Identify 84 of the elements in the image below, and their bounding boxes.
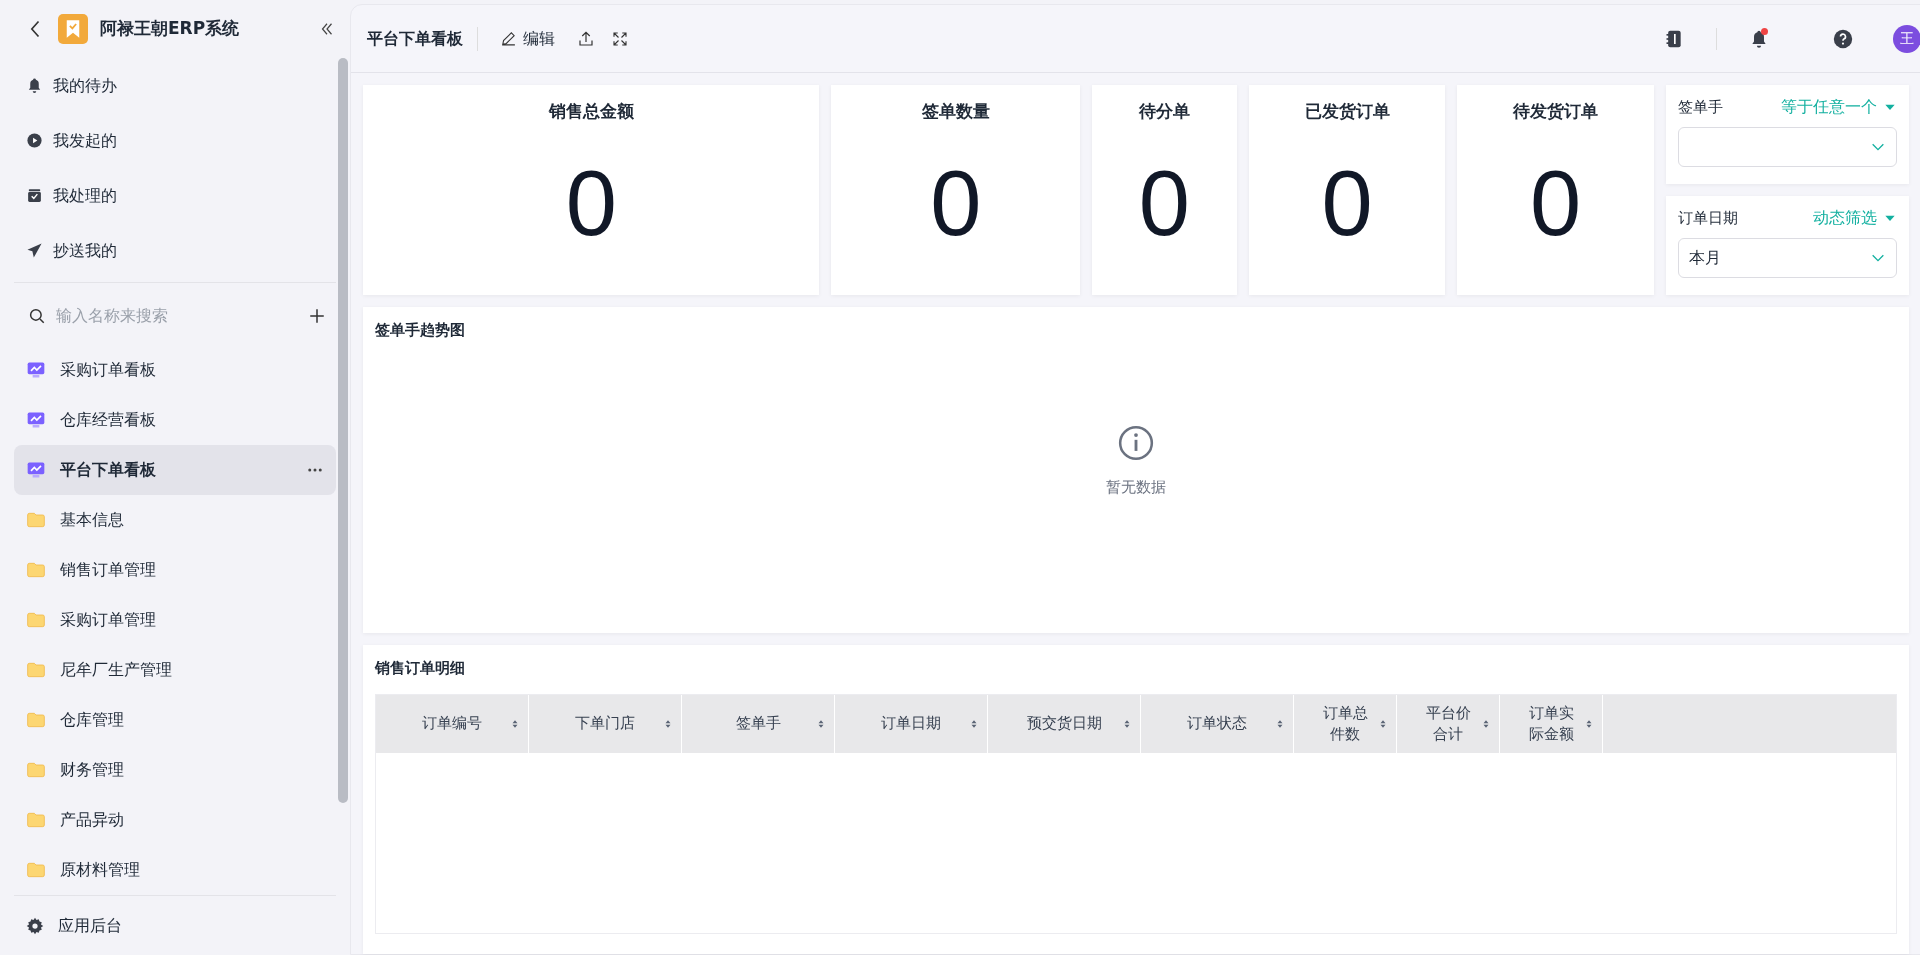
nav-item[interactable]: 我处理的 bbox=[14, 168, 336, 223]
folder-icon bbox=[26, 810, 46, 830]
stat-value: 0 bbox=[565, 156, 617, 249]
folder-icon bbox=[26, 760, 46, 780]
item-label: 仓库经营看板 bbox=[60, 409, 157, 431]
item-label: 仓库管理 bbox=[60, 709, 125, 731]
filter-label: 签单手 bbox=[1678, 96, 1723, 118]
column-header[interactable]: 下单门店 bbox=[529, 694, 682, 753]
upload-icon[interactable] bbox=[577, 29, 595, 48]
folder-icon bbox=[26, 560, 46, 580]
column-header[interactable]: 订单日期 bbox=[835, 694, 988, 753]
stat-value: 0 bbox=[930, 156, 982, 249]
search-field[interactable]: 输入名称来搜索 bbox=[54, 303, 300, 329]
stat-label: 已发货订单 bbox=[1304, 100, 1390, 123]
pencil-icon bbox=[500, 30, 517, 47]
play-icon bbox=[26, 132, 43, 149]
column-header[interactable]: 预交货日期 bbox=[988, 694, 1141, 753]
column-header[interactable]: 订单状态 bbox=[1141, 694, 1294, 753]
app-logo-icon bbox=[58, 14, 88, 44]
item-label: 平台下单看板 bbox=[60, 459, 157, 481]
item-label: 采购订单看板 bbox=[60, 359, 157, 381]
notebook-icon[interactable] bbox=[1664, 28, 1684, 49]
stat-label: 待分单 bbox=[1138, 100, 1190, 123]
sidebar-item[interactable]: 财务管理 bbox=[14, 745, 336, 795]
admin-link[interactable]: 应用后台 bbox=[14, 895, 336, 955]
nav-item[interactable]: 我发起的 bbox=[14, 113, 336, 168]
plus-icon[interactable] bbox=[308, 307, 326, 325]
edit-button[interactable]: 编辑 bbox=[494, 22, 561, 55]
item-label: 采购订单管理 bbox=[60, 609, 157, 631]
page-title: 平台下单看板 bbox=[367, 26, 478, 51]
sidebar-item[interactable]: 基本信息 bbox=[14, 495, 336, 545]
help-icon[interactable] bbox=[1833, 28, 1853, 49]
expand-icon[interactable] bbox=[611, 29, 629, 48]
panel-title: 销售订单明细 bbox=[375, 658, 466, 679]
dashboard-icon bbox=[26, 410, 46, 430]
app-title: 阿禄王朝ERP系统 bbox=[100, 17, 241, 41]
nav-item[interactable]: 抄送我的 bbox=[14, 223, 336, 278]
column-header[interactable]: 签单手 bbox=[682, 694, 835, 753]
select-field[interactable]: 本月 bbox=[1678, 238, 1897, 278]
column-header[interactable]: 平台价合计 bbox=[1397, 694, 1500, 753]
stat-label: 签单数量 bbox=[921, 100, 990, 123]
bell-icon bbox=[26, 77, 43, 94]
item-label: 尼牟厂生产管理 bbox=[60, 659, 173, 681]
dashboard-icon bbox=[26, 360, 46, 380]
column-header[interactable]: 订单编号 bbox=[376, 694, 529, 753]
stat-value: 0 bbox=[1138, 156, 1190, 249]
stat-label: 待发货订单 bbox=[1513, 100, 1599, 123]
column-header[interactable]: 订单实际金额 bbox=[1500, 694, 1603, 753]
user-avatar[interactable]: 王 bbox=[1893, 24, 1920, 53]
sidebar-item[interactable]: 采购订单管理 bbox=[14, 595, 336, 645]
gear-icon bbox=[26, 916, 44, 935]
folder-icon bbox=[26, 610, 46, 630]
sidebar-item[interactable]: 尼牟厂生产管理 bbox=[14, 645, 336, 695]
item-label: 销售订单管理 bbox=[60, 559, 157, 581]
sidebar-item[interactable]: 仓库经营看板 bbox=[14, 395, 336, 445]
folder-icon bbox=[26, 710, 46, 730]
empty-state-text: 暂无数据 bbox=[1106, 477, 1166, 498]
column-header[interactable]: 订单总件数 bbox=[1294, 694, 1397, 753]
sidebar-item[interactable]: 采购订单看板 bbox=[14, 345, 336, 395]
scrollbar-thumb[interactable] bbox=[338, 58, 348, 803]
item-label: 财务管理 bbox=[60, 759, 125, 781]
panel-title: 签单手趋势图 bbox=[375, 320, 466, 341]
select-field[interactable] bbox=[1678, 127, 1897, 167]
sidebar-item[interactable]: 仓库管理 bbox=[14, 695, 336, 745]
sidebar-item[interactable]: 销售订单管理 bbox=[14, 545, 336, 595]
stat-label: 销售总金额 bbox=[548, 100, 634, 123]
dashboard-icon bbox=[26, 460, 46, 480]
info-icon bbox=[1117, 424, 1155, 462]
inbox-icon bbox=[26, 187, 43, 204]
paper-plane-icon bbox=[26, 242, 43, 259]
sidebar-item[interactable]: 平台下单看板 bbox=[14, 445, 336, 495]
stat-value: 0 bbox=[1321, 156, 1373, 249]
item-label: 基本信息 bbox=[60, 509, 125, 531]
nav-item[interactable]: 我的待办 bbox=[14, 58, 336, 113]
folder-icon bbox=[26, 510, 46, 530]
sidebar-item[interactable]: 产品异动 bbox=[14, 795, 336, 845]
item-label: 产品异动 bbox=[60, 809, 125, 831]
folder-icon bbox=[26, 660, 46, 680]
folder-icon bbox=[26, 860, 46, 880]
stat-value: 0 bbox=[1530, 156, 1582, 249]
item-label: 原材料管理 bbox=[60, 859, 141, 881]
filter-label: 订单日期 bbox=[1678, 207, 1738, 229]
search-icon bbox=[28, 307, 46, 325]
sidebar-item[interactable]: 原材料管理 bbox=[14, 845, 336, 895]
